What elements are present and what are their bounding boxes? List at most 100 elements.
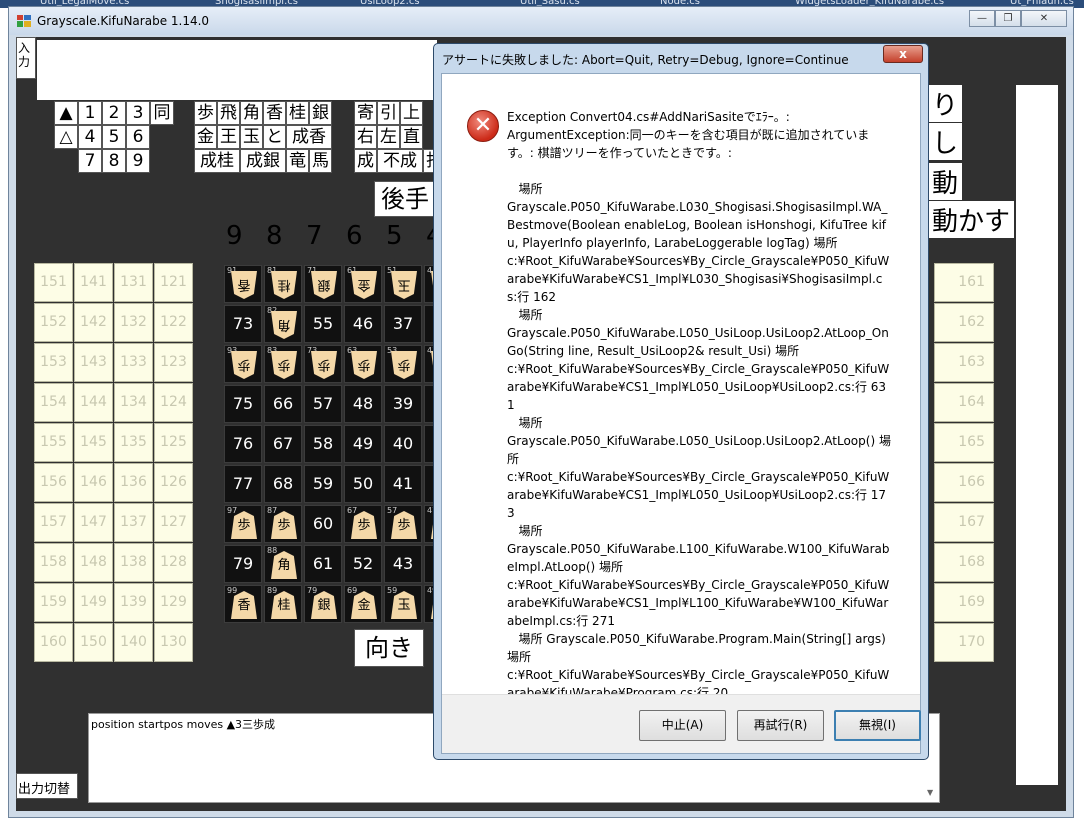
hand-cell[interactable]: 170: [934, 623, 994, 662]
hand-cell[interactable]: 162: [934, 303, 994, 342]
move-button[interactable]: 引: [377, 101, 400, 125]
hand-cell[interactable]: 126: [154, 463, 193, 502]
hand-cell[interactable]: 149: [74, 583, 113, 622]
symbol-button[interactable]: 7: [78, 149, 102, 173]
move-button[interactable]: 成: [354, 149, 377, 173]
board-cell[interactable]: 79: [224, 545, 262, 583]
move-button[interactable]: 寄: [354, 101, 377, 125]
board-cell[interactable]: 88 角: [264, 545, 302, 583]
board-cell[interactable]: 82 角: [264, 305, 302, 343]
piece-button[interactable]: 桂: [286, 101, 309, 125]
board-cell[interactable]: 49: [344, 425, 382, 463]
scroll-down-icon[interactable]: ▼: [927, 788, 933, 797]
symbol-button[interactable]: 1: [78, 101, 102, 125]
shogi-piece[interactable]: 歩: [351, 511, 377, 539]
hand-cell[interactable]: 135: [114, 423, 153, 462]
move-button[interactable]: 上: [400, 101, 423, 125]
shogi-piece[interactable]: 角: [271, 551, 297, 579]
board-cell[interactable]: 73: [224, 305, 262, 343]
hand-cell[interactable]: 154: [34, 383, 73, 422]
hand-cell[interactable]: 142: [74, 303, 113, 342]
piece-button[interactable]: と: [263, 125, 286, 149]
board-cell[interactable]: 75: [224, 385, 262, 423]
board-cell[interactable]: 58: [304, 425, 342, 463]
board-cell[interactable]: 87 歩: [264, 505, 302, 543]
shogi-piece[interactable]: 桂: [271, 591, 297, 619]
hand-cell[interactable]: 124: [154, 383, 193, 422]
hand-cell[interactable]: 130: [154, 623, 193, 662]
board-cell[interactable]: 61: [304, 545, 342, 583]
symbol-button[interactable]: 9: [126, 149, 150, 173]
board-cell[interactable]: 81 桂: [264, 265, 302, 303]
hand-cell[interactable]: 166: [934, 463, 994, 502]
hand-cell[interactable]: 153: [34, 343, 73, 382]
board-cell[interactable]: 67 歩: [344, 505, 382, 543]
piece-button[interactable]: 王: [217, 125, 240, 149]
dialog-close-button[interactable]: x: [883, 45, 923, 63]
abort-button[interactable]: 中止(A): [639, 710, 726, 741]
board-cell[interactable]: 91 香: [224, 265, 262, 303]
board-cell[interactable]: 69 金: [344, 585, 382, 623]
board-cell[interactable]: 68: [264, 465, 302, 503]
shogi-piece[interactable]: 歩: [391, 511, 417, 539]
board-cell[interactable]: 73 歩: [304, 345, 342, 383]
hand-cell[interactable]: 136: [114, 463, 153, 502]
symbol-button[interactable]: 2: [102, 101, 126, 125]
shogi-piece[interactable]: 香: [231, 271, 257, 299]
shogi-piece[interactable]: 玉: [391, 271, 417, 299]
symbol-button[interactable]: 4: [78, 125, 102, 149]
board-cell[interactable]: 97 歩: [224, 505, 262, 543]
piece-button[interactable]: 成銀: [240, 149, 286, 173]
board-cell[interactable]: 76: [224, 425, 262, 463]
symbol-button[interactable]: 8: [102, 149, 126, 173]
board-cell[interactable]: 66: [264, 385, 302, 423]
retry-button[interactable]: 再試行(R): [737, 710, 824, 741]
hand-cell[interactable]: 158: [34, 543, 73, 582]
hand-cell[interactable]: 152: [34, 303, 73, 342]
shogi-piece[interactable]: 角: [271, 311, 297, 339]
board-cell[interactable]: 50: [344, 465, 382, 503]
shogi-piece[interactable]: 香: [231, 591, 257, 619]
symbol-button[interactable]: 6: [126, 125, 150, 149]
board-cell[interactable]: 48: [344, 385, 382, 423]
board-cell[interactable]: 63 歩: [344, 345, 382, 383]
board-cell[interactable]: 53 歩: [384, 345, 422, 383]
hand-cell[interactable]: 128: [154, 543, 193, 582]
shogi-piece[interactable]: 金: [351, 271, 377, 299]
hand-cell[interactable]: 165: [934, 423, 994, 462]
hand-cell[interactable]: 164: [934, 383, 994, 422]
piece-button[interactable]: 飛: [217, 101, 240, 125]
hand-cell[interactable]: 155: [34, 423, 73, 462]
hand-cell[interactable]: 143: [74, 343, 113, 382]
board-cell[interactable]: 59: [304, 465, 342, 503]
hand-cell[interactable]: 160: [34, 623, 73, 662]
symbol-button[interactable]: △: [54, 125, 78, 149]
board-cell[interactable]: 83 歩: [264, 345, 302, 383]
hand-cell[interactable]: 133: [114, 343, 153, 382]
board-cell[interactable]: 51 玉: [384, 265, 422, 303]
symbol-button[interactable]: 同: [150, 101, 174, 125]
shogi-piece[interactable]: 銀: [311, 271, 337, 299]
board-cell[interactable]: 71 銀: [304, 265, 342, 303]
hand-cell[interactable]: 121: [154, 263, 193, 302]
board-cell[interactable]: 43: [384, 545, 422, 583]
hand-cell[interactable]: 140: [114, 623, 153, 662]
board-cell[interactable]: 40: [384, 425, 422, 463]
minimize-button[interactable]: —: [969, 10, 995, 27]
piece-button[interactable]: 歩: [194, 101, 217, 125]
shogi-piece[interactable]: 玉: [391, 591, 417, 619]
board-cell[interactable]: 61 金: [344, 265, 382, 303]
symbol-button[interactable]: 3: [126, 101, 150, 125]
hand-cell[interactable]: 156: [34, 463, 73, 502]
board-cell[interactable]: 93 歩: [224, 345, 262, 383]
hand-cell[interactable]: 159: [34, 583, 73, 622]
ignore-button[interactable]: 無視(I): [834, 710, 921, 741]
move-button[interactable]: 不成: [377, 149, 423, 173]
hand-cell[interactable]: 168: [934, 543, 994, 582]
shogi-piece[interactable]: 金: [351, 591, 377, 619]
hand-cell[interactable]: 129: [154, 583, 193, 622]
board-cell[interactable]: 41: [384, 465, 422, 503]
maximize-button[interactable]: ❐: [995, 10, 1021, 27]
board-cell[interactable]: 89 桂: [264, 585, 302, 623]
board-cell[interactable]: 37: [384, 305, 422, 343]
